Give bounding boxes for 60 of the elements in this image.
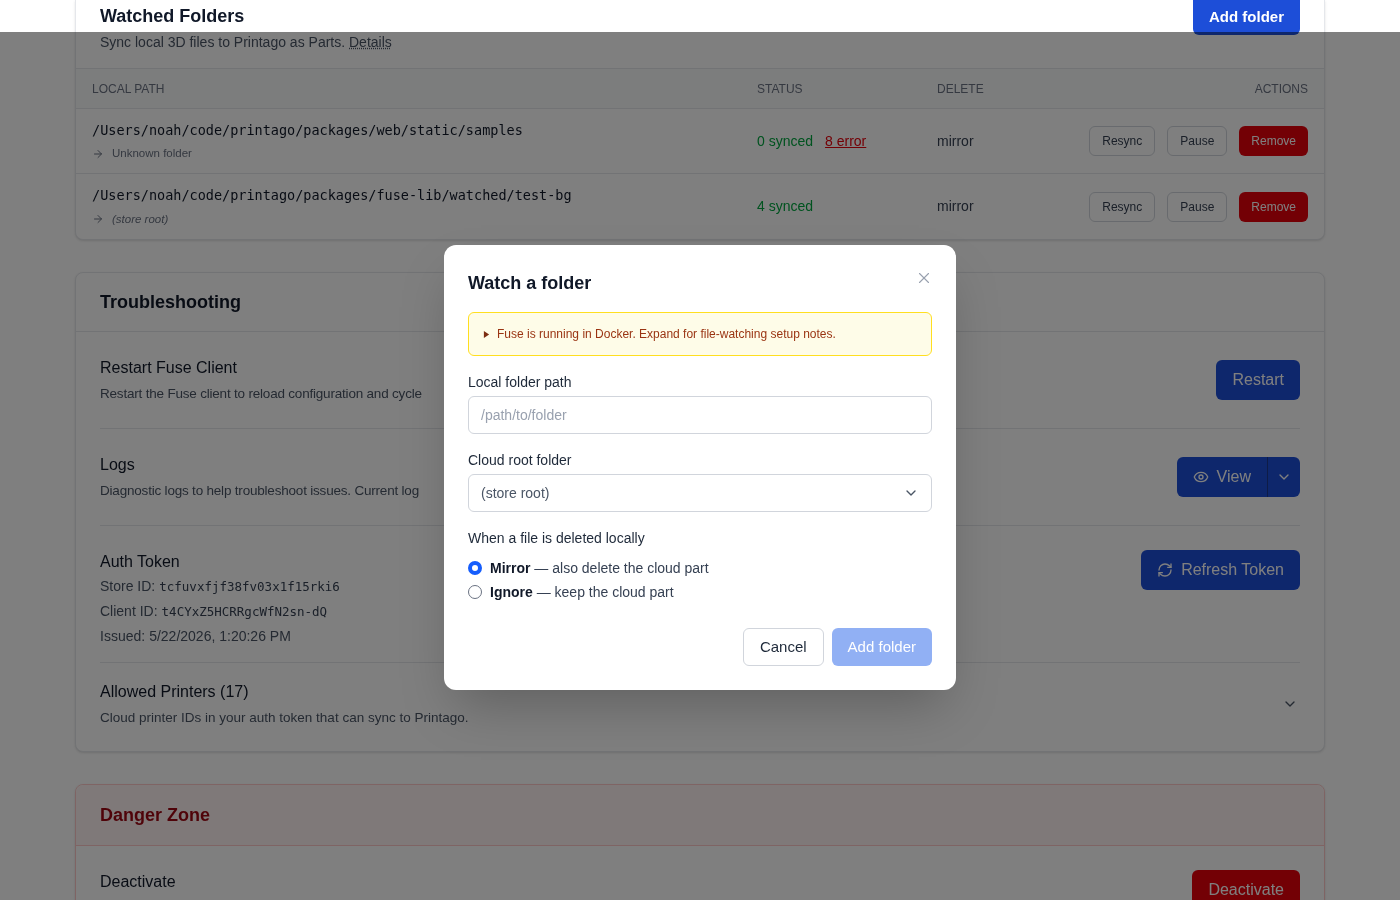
section-title: Auth Token (100, 552, 181, 572)
cloud-target: Unknown folder (112, 146, 192, 161)
add-folder-button[interactable]: Add folder (1193, 0, 1300, 35)
section-title: Restart Fuse Client (100, 358, 238, 378)
dropdown-button[interactable] (1267, 457, 1300, 497)
view-button[interactable]: View (1176, 457, 1267, 497)
radio-button[interactable] (468, 585, 482, 599)
restart-button[interactable]: Restart (1216, 360, 1300, 400)
section-title: Logs (100, 455, 136, 475)
column-header: ACTIONS (1254, 80, 1308, 98)
cloud-target: (store root) (112, 211, 169, 227)
field-value: tcfuvxfjf38fv03x1f15rki6 (159, 578, 340, 596)
card-title: Danger Zone (100, 803, 210, 827)
section-description: Diagnostic logs to help troubleshoot issues. Current log (100, 482, 419, 500)
refresh-icon (1157, 562, 1174, 578)
deactivate-button[interactable]: Deactivate (1192, 870, 1300, 900)
synced-count: 0 synced (757, 131, 814, 151)
section-title: Allowed Printers (17) (100, 682, 250, 702)
column-header: LOCAL PATH (92, 80, 166, 98)
row-action-button[interactable]: Pause (1167, 126, 1228, 156)
field-label: Cloud root folder (468, 451, 573, 470)
card-title: Watched Folders (100, 4, 245, 28)
local-path-input[interactable]: /path/to/folder (468, 396, 932, 434)
cloud-root-select[interactable]: (store root) (468, 474, 932, 512)
field-label: Store ID: (100, 577, 156, 596)
remove-button[interactable]: Remove (1239, 126, 1308, 156)
section-description: Restart the Fuse client to reload configuration and cycle (100, 385, 422, 403)
column-header: DELETE (937, 80, 985, 98)
docker-notice[interactable]: Fuse is running in Docker. Expand for file-watching setup notes. (468, 312, 932, 356)
arrow-right-icon (92, 147, 104, 160)
section-description: Cloud printer IDs in your auth token that can sync to Printago. (100, 709, 469, 727)
card-title: Troubleshooting (100, 290, 241, 314)
error-link[interactable]: 8 error (825, 130, 867, 152)
field-label: When a file is deleted locally (468, 529, 646, 548)
section-title: Deactivate (100, 872, 176, 892)
arrow-right-icon (92, 213, 104, 226)
radio-label: Mirror — also delete the cloud part (490, 558, 709, 578)
synced-count: 4 synced (757, 197, 814, 216)
details-link[interactable]: Details (349, 34, 392, 50)
dialog-title: Watch a folder (468, 272, 592, 295)
field-label: Issued: (100, 627, 146, 646)
delete-mode: mirror (937, 131, 975, 151)
refresh-token-button[interactable]: Refresh Token (1141, 550, 1300, 590)
radio-label: Ignore — keep the cloud part (490, 582, 674, 602)
folder-path: /Users/noah/code/printago/packages/web/static/samples (92, 120, 524, 140)
cancel-button[interactable]: Cancel (742, 628, 824, 666)
row-action-button[interactable]: Resync (1089, 126, 1156, 156)
row-action-button[interactable]: Pause (1167, 191, 1228, 222)
field-label: Client ID: (100, 602, 158, 621)
remove-button[interactable]: Remove (1239, 191, 1308, 222)
row-action-button[interactable]: Resync (1089, 191, 1156, 222)
delete-mode: mirror (937, 197, 975, 216)
field-value: t4CYxZ5HCRRgcWfN2sn-dQ (161, 603, 328, 621)
eye-icon (1192, 469, 1209, 485)
folder-path: /Users/noah/code/printago/packages/fuse-lib/watched/test-bg (92, 186, 573, 206)
column-header: STATUS (757, 80, 804, 98)
field-label: Local folder path (468, 373, 573, 392)
field-value: 5/22/2026, 1:20:26 PM (149, 627, 291, 646)
radio-button[interactable] (468, 561, 482, 575)
notice-text: Fuse is running in Docker. Expand for file-watching setup notes. (497, 326, 836, 343)
